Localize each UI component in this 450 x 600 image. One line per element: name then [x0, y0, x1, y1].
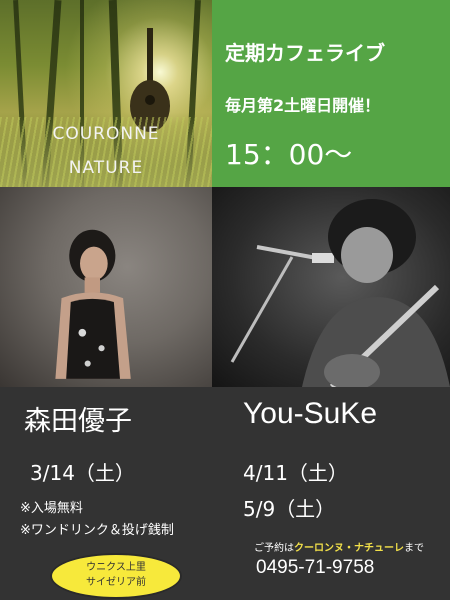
- reservation-text: ご予約はクーロンヌ・ナチューレまで: [254, 539, 424, 554]
- info-section: 森田優子 You-SuKe 3/14（土） 4/11（土） 5/9（土） ※入場…: [0, 387, 450, 600]
- note-free-entry: ※入場無料: [20, 501, 83, 516]
- performer-1-date: 3/14（土）: [30, 461, 135, 485]
- performer-2-date-2: 5/9（土）: [243, 497, 336, 521]
- location-badge: ウニクス上里 サイゼリア前: [50, 553, 182, 599]
- brand-line-1: COURONNE: [52, 124, 160, 144]
- event-title: 定期カフェライブ: [225, 41, 385, 65]
- location-line-1: ウニクス上里: [86, 562, 146, 573]
- reservation-prefix: ご予約は: [254, 543, 294, 554]
- performer-name-1: 森田優子: [24, 406, 132, 437]
- performer-name-2: You-SuKe: [243, 397, 378, 430]
- poster: COURONNE NATURE 定期カフェライブ 毎月第2土曜日開催！ 15：0…: [0, 0, 450, 600]
- event-header-panel: 定期カフェライブ 毎月第2土曜日開催！ 15：00～: [212, 0, 450, 187]
- event-time: 15：00～: [225, 138, 353, 171]
- reservation-suffix: まで: [404, 543, 424, 554]
- performer-figure: [230, 199, 450, 387]
- performer-photo-morita: [0, 187, 212, 387]
- note-drink-tip: ※ワンドリンク＆投げ銭制: [20, 523, 174, 538]
- performer-photo-yousuke: [212, 187, 450, 387]
- event-schedule: 毎月第2土曜日開催！: [225, 96, 381, 115]
- forest-photo: COURONNE NATURE: [0, 0, 212, 187]
- reservation-venue: クーロンヌ・ナチューレ: [294, 543, 404, 554]
- brand-line-2: NATURE: [68, 158, 144, 178]
- location-line-2: サイゼリア前: [86, 577, 146, 588]
- performer-figure: [55, 229, 131, 379]
- performer-2-date-1: 4/11（土）: [243, 461, 348, 485]
- phone-number: 0495-71-9758: [256, 557, 375, 578]
